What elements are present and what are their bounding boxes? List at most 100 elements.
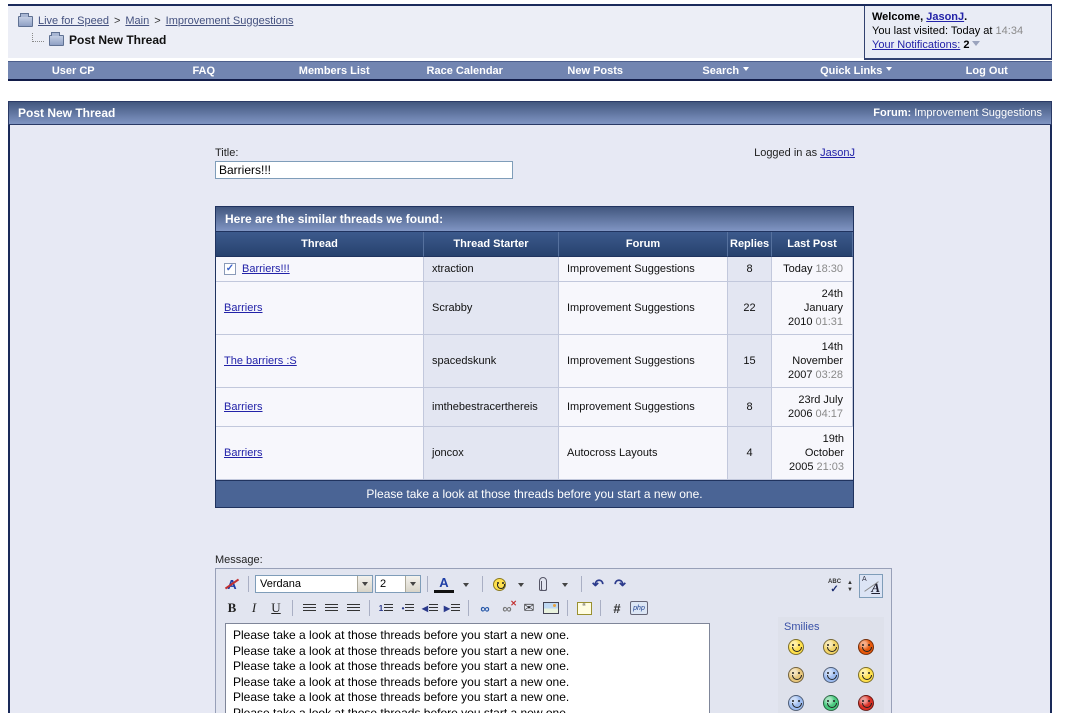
smiley-mad-icon[interactable] <box>857 639 874 655</box>
resize-editor-control[interactable]: ▲ ▼ <box>847 580 853 593</box>
nav-search[interactable]: Search <box>661 65 792 77</box>
column-header-thread: Thread <box>216 232 424 257</box>
insert-smilie-button[interactable] <box>489 575 509 593</box>
table-row-thread: Barriers <box>216 427 424 480</box>
smiley-thumbsup-icon[interactable] <box>788 667 805 683</box>
wrap-php-button[interactable]: php <box>629 599 649 617</box>
insert-link-button[interactable]: ∞ <box>475 599 495 617</box>
image-icon <box>543 602 559 614</box>
table-cell-starter: xtraction <box>424 257 559 282</box>
underline-button[interactable]: U <box>266 599 286 617</box>
message-line: Please take a look at those threads befo… <box>233 674 570 689</box>
thread-title-input[interactable] <box>215 161 513 179</box>
smilie-dropdown[interactable] <box>511 575 531 593</box>
nav-members-list[interactable]: Members List <box>269 65 400 77</box>
indent-button[interactable]: ▶ <box>442 599 462 617</box>
message-textarea[interactable]: Please take a look at those threads befo… <box>225 623 710 713</box>
table-cell-lastpost: 24th January 2010 01:31 <box>772 282 853 335</box>
breadcrumb-link-home[interactable]: Live for Speed <box>38 15 109 27</box>
nav-quick-links[interactable]: Quick Links <box>791 65 922 77</box>
smiley-baddevil-icon[interactable] <box>857 695 874 711</box>
column-header-lastpost: Last Post <box>772 232 853 257</box>
dropdown-arrow-icon <box>405 576 420 592</box>
smiley-munch-icon[interactable] <box>822 639 839 655</box>
thread-link[interactable]: The barriers :S <box>224 355 297 367</box>
table-cell-lastpost: 19th October 2005 21:03 <box>772 427 853 480</box>
bold-button[interactable]: B <box>222 599 242 617</box>
welcome-box: Welcome, JasonJ. You last visited: Today… <box>864 6 1052 60</box>
ordered-list-button[interactable]: 1 <box>376 599 396 617</box>
breadcrumb-link-forum[interactable]: Improvement Suggestions <box>166 15 294 27</box>
undo-button[interactable]: ↶ <box>588 575 608 593</box>
font-color-button[interactable]: A <box>434 575 454 593</box>
redo-button[interactable]: ↷ <box>610 575 630 593</box>
insert-image-button[interactable] <box>541 599 561 617</box>
toolbar-separator <box>600 600 601 616</box>
toolbar-separator <box>468 600 469 616</box>
post-new-thread-panel: Title: Logged in as JasonJ Here are the … <box>8 125 1052 713</box>
table-cell-forum: Autocross Layouts <box>559 427 728 480</box>
editor-mode-toggle-button[interactable]: AA <box>859 574 883 598</box>
italic-button[interactable]: I <box>244 599 264 617</box>
attach-dropdown[interactable] <box>555 575 575 593</box>
breadcrumb-current: Post New Thread <box>32 31 166 47</box>
editor-toolbar-row2: B I U 1 • ◀ ▶ ∞ ∞ ✉ “ # <box>222 597 649 619</box>
welcome-greeting: Welcome, <box>872 11 924 23</box>
align-right-button[interactable] <box>343 599 363 617</box>
font-size-select[interactable]: 2 <box>375 575 421 593</box>
insert-email-button[interactable]: ✉ <box>519 599 539 617</box>
smiley-green-smile-icon[interactable] <box>822 695 839 711</box>
smiley-icon <box>492 577 506 591</box>
logged-in-as: Logged in as JasonJ <box>754 147 855 159</box>
align-center-button[interactable] <box>321 599 341 617</box>
table-cell-replies: 22 <box>728 282 772 335</box>
goto-first-new-post-icon[interactable]: ✓ <box>224 263 236 275</box>
smiley-razz-icon[interactable] <box>822 667 839 683</box>
nav-new-posts[interactable]: New Posts <box>530 65 661 77</box>
insert-quote-button[interactable]: “ <box>574 599 594 617</box>
nav-log-out[interactable]: Log Out <box>922 65 1053 77</box>
notifications-dropdown-icon[interactable] <box>972 40 981 50</box>
column-header-forum: Forum <box>559 232 728 257</box>
wrap-code-button[interactable]: # <box>607 599 627 617</box>
table-cell-forum: Improvement Suggestions <box>559 388 728 427</box>
toolbar-separator <box>567 600 568 616</box>
attach-file-button[interactable] <box>533 575 553 593</box>
thread-link[interactable]: Barriers!!! <box>242 263 290 275</box>
thread-link[interactable]: Barriers <box>224 447 263 459</box>
unordered-list-button[interactable]: • <box>398 599 418 617</box>
nav-faq[interactable]: FAQ <box>139 65 270 77</box>
font-family-select[interactable]: Verdana <box>255 575 373 593</box>
smiley-smile-icon[interactable] <box>788 639 805 655</box>
forum-page: Live for Speed > Main > Improvement Sugg… <box>0 0 1081 718</box>
logged-in-user-link[interactable]: JasonJ <box>820 147 855 159</box>
align-left-button[interactable] <box>299 599 319 617</box>
notifications-link[interactable]: Your Notifications: <box>872 39 960 51</box>
message-label: Message: <box>215 554 263 566</box>
section-forum: Forum: Improvement Suggestions <box>873 107 1042 119</box>
table-cell-lastpost: 14th November 2007 03:28 <box>772 335 853 388</box>
smiley-uphand-icon[interactable] <box>788 695 805 711</box>
nav-user-cp[interactable]: User CP <box>8 65 139 77</box>
page-folder-icon <box>49 31 64 46</box>
table-row-thread: Barriers <box>216 282 424 335</box>
remove-format-button[interactable]: A <box>222 575 242 593</box>
thread-link[interactable]: Barriers <box>224 401 263 413</box>
outdent-button[interactable]: ◀ <box>420 599 440 617</box>
dropdown-arrow-icon <box>743 67 750 74</box>
table-row-thread: The barriers :S <box>216 335 424 388</box>
smiley-bigsmile-icon[interactable] <box>857 667 874 683</box>
toolbar-separator <box>581 576 582 592</box>
tree-elbow-icon <box>32 32 44 42</box>
nav-race-calendar[interactable]: Race Calendar <box>400 65 531 77</box>
remove-link-button[interactable]: ∞ <box>497 599 517 617</box>
font-color-dropdown[interactable] <box>456 575 476 593</box>
table-cell-starter: imthebestracerthereis <box>424 388 559 427</box>
breadcrumb-link-main[interactable]: Main <box>125 15 149 27</box>
thread-link[interactable]: Barriers <box>224 302 263 314</box>
toolbar-separator <box>292 600 293 616</box>
welcome-username-link[interactable]: JasonJ <box>926 11 964 23</box>
title-label: Title: <box>215 147 239 159</box>
spellcheck-button[interactable]: ABC ✓ <box>828 579 841 595</box>
table-cell-forum: Improvement Suggestions <box>559 282 728 335</box>
